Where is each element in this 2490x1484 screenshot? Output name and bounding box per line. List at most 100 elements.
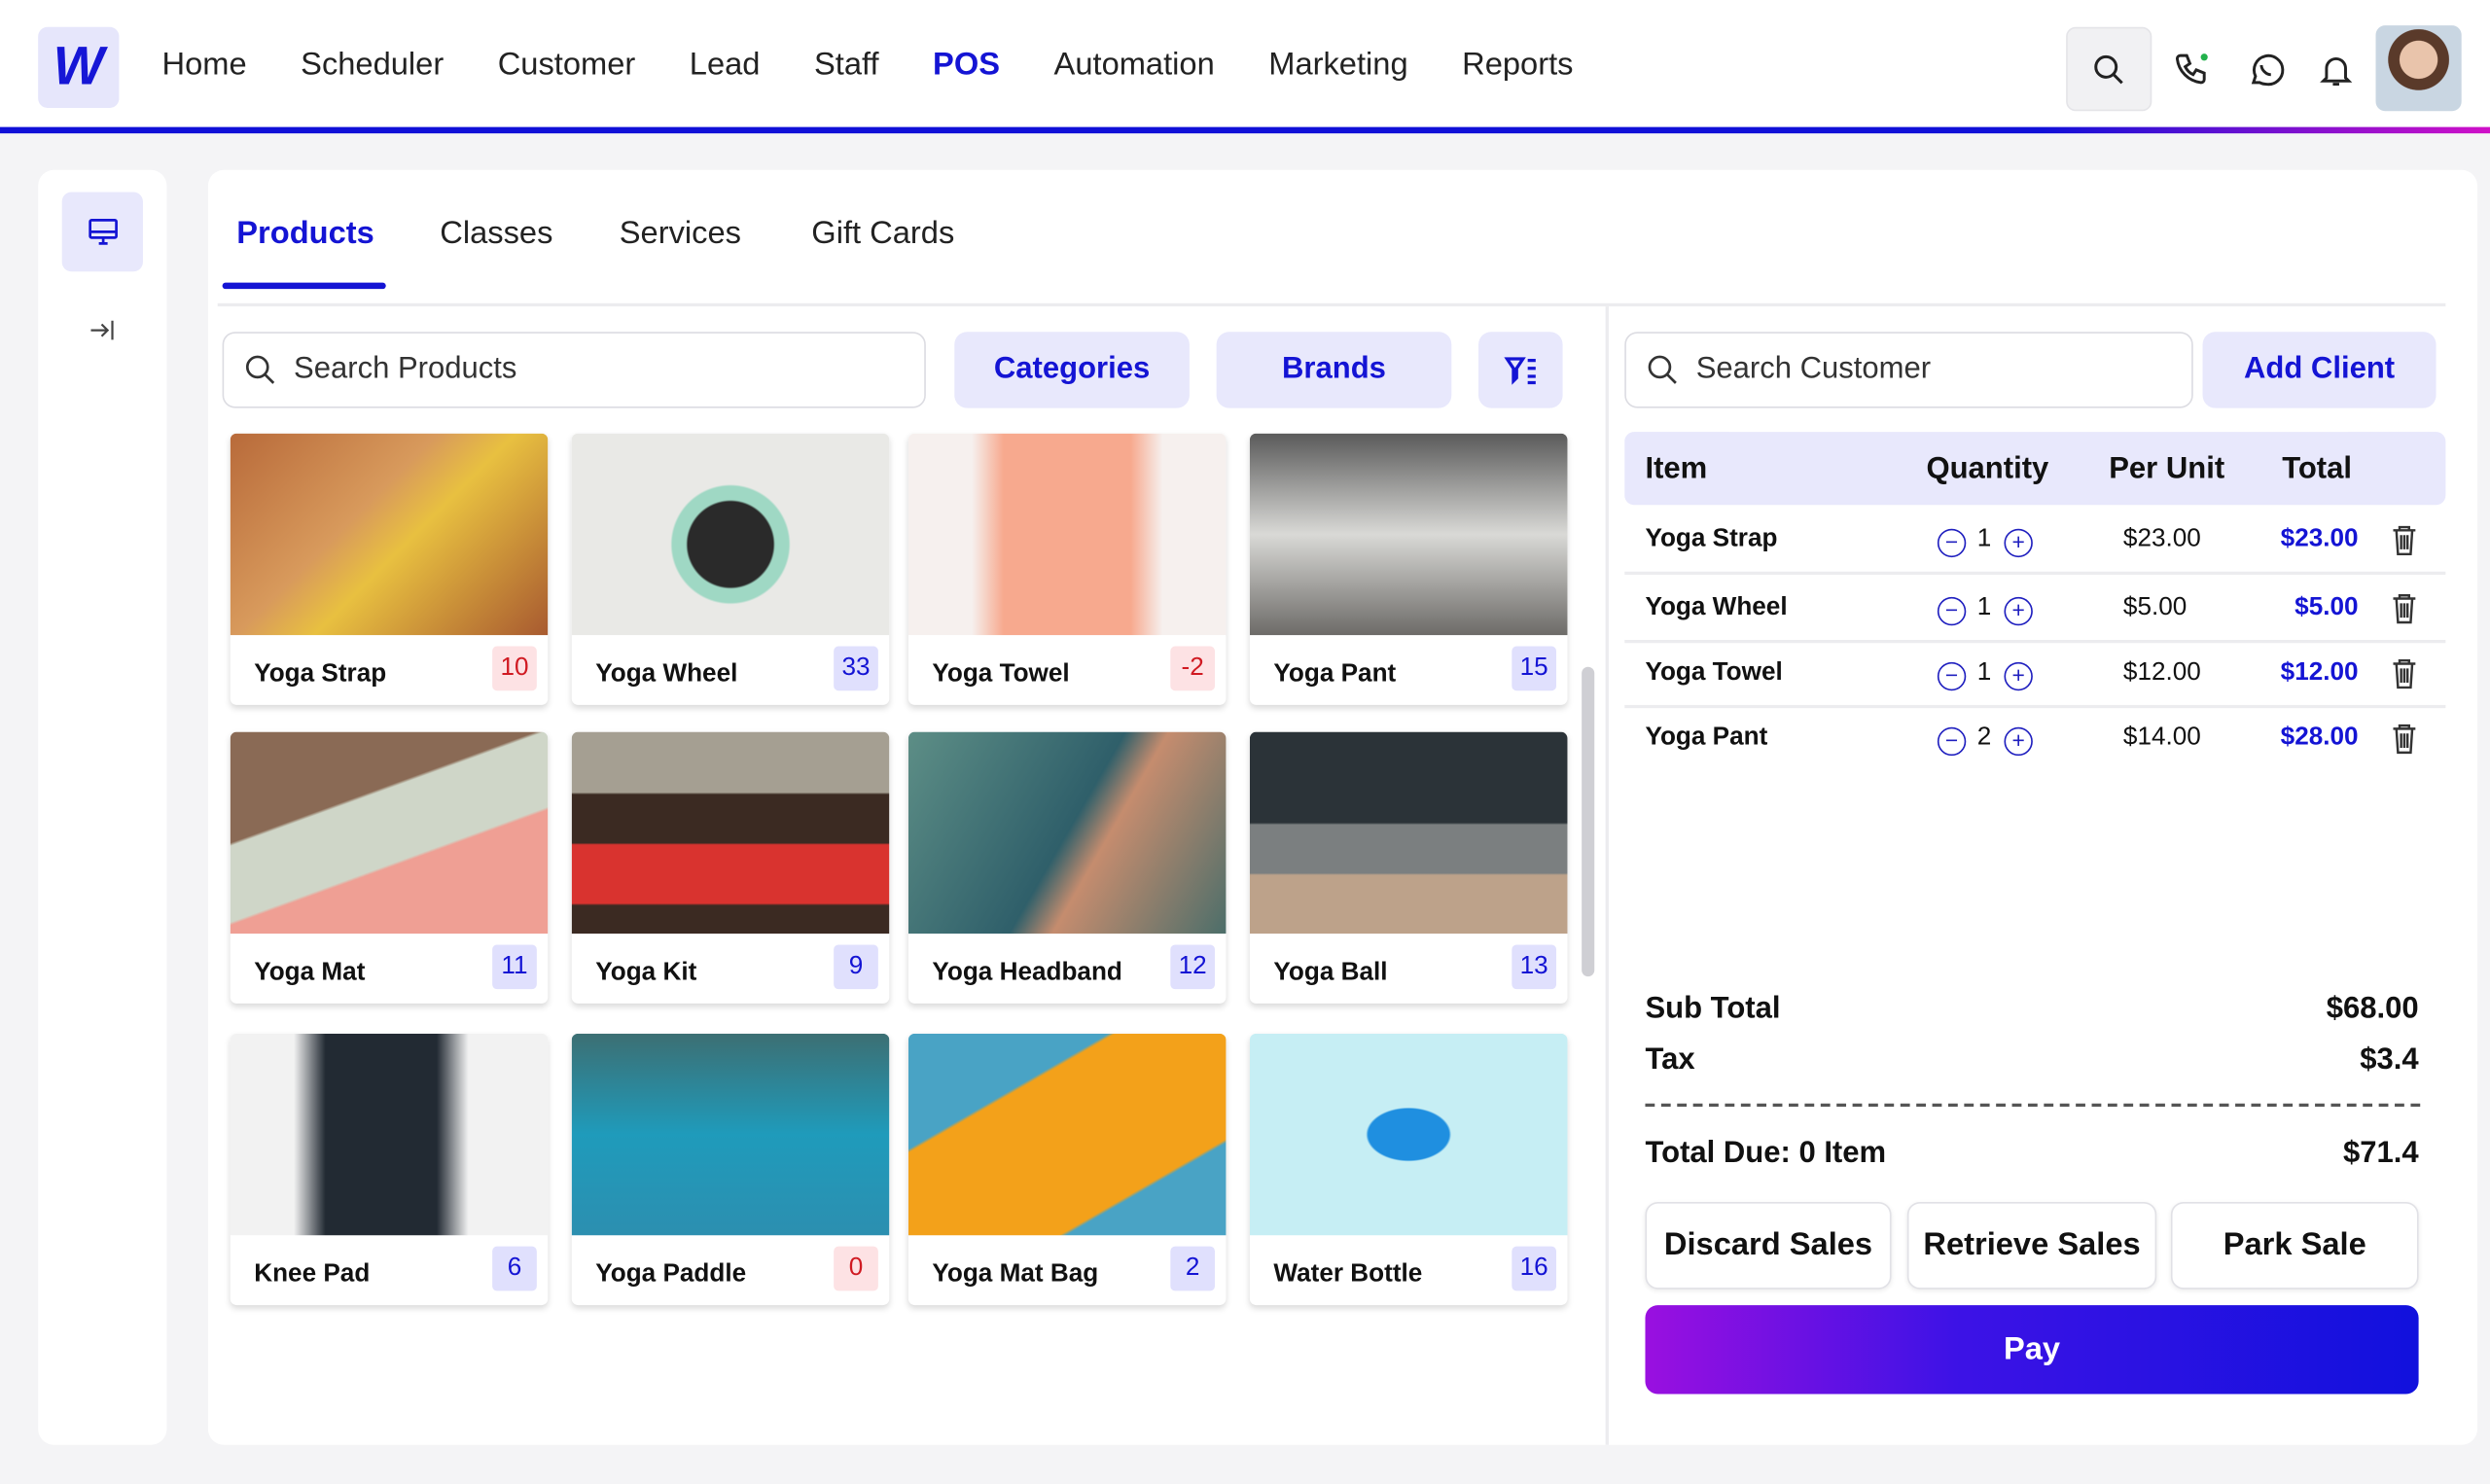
product-image [571, 731, 890, 935]
product-card[interactable]: Yoga Kit 9 [571, 731, 890, 1004]
cart-item-quantity: 2 [1976, 724, 1992, 752]
header-per-unit: Per Unit [2109, 452, 2225, 486]
product-card[interactable]: Yoga Headband 12 [907, 731, 1227, 1004]
product-card[interactable]: Yoga Mat 11 [230, 731, 549, 1004]
active-tab-indicator [222, 282, 386, 290]
filter-icon [1503, 357, 1536, 385]
tab-gift-cards[interactable]: Gift Cards [811, 216, 954, 253]
subtotal-value: $68.00 [2326, 992, 2419, 1026]
header-quantity: Quantity [1926, 452, 2049, 486]
trash-icon[interactable] [2392, 723, 2417, 762]
product-card[interactable]: Knee Pad 6 [230, 1033, 549, 1306]
nav-customer[interactable]: Customer [498, 48, 636, 85]
product-name: Yoga Paddle [595, 1260, 747, 1289]
pay-button[interactable]: Pay [1645, 1305, 2419, 1395]
pos-monitor-icon[interactable] [61, 192, 143, 272]
whatsapp-icon[interactable] [2244, 48, 2289, 92]
decrease-quantity-icon[interactable]: − [1937, 661, 1967, 691]
product-name: Yoga Towel [932, 660, 1070, 688]
search-icon[interactable] [2066, 26, 2152, 112]
cart-table-header: Item Quantity Per Unit Total [1624, 432, 2446, 506]
subtotal-label: Sub Total [1645, 992, 1781, 1026]
product-image [230, 433, 549, 636]
nav-staff[interactable]: Staff [814, 48, 879, 85]
sidebar [38, 169, 167, 1445]
tab-classes[interactable]: Classes [440, 216, 552, 253]
decrease-quantity-icon[interactable]: − [1937, 528, 1967, 558]
cart-item-quantity: 1 [1976, 658, 1992, 687]
product-card[interactable]: Yoga Strap 10 [230, 433, 549, 705]
product-name: Yoga Strap [254, 660, 387, 688]
cart-row: Yoga Strap − 1 + $23.00 $23.00 [1624, 508, 2446, 576]
phone-icon[interactable] [2169, 48, 2214, 92]
navbar-accent-line [0, 126, 2490, 134]
brands-button[interactable]: Brands [1216, 332, 1452, 408]
product-card[interactable]: Water Bottle 16 [1249, 1033, 1568, 1306]
tab-products[interactable]: Products [236, 216, 374, 253]
stock-badge: 9 [834, 944, 878, 990]
product-card[interactable]: Yoga Mat Bag 2 [907, 1033, 1227, 1306]
search-icon [1648, 355, 1677, 384]
product-image [907, 433, 1227, 636]
summary-divider [1645, 1103, 2421, 1107]
main-menu: Home Scheduler Customer Lead Staff POS A… [162, 48, 1627, 85]
stock-badge: 12 [1170, 944, 1216, 990]
bell-icon[interactable] [2314, 48, 2359, 92]
filter-button[interactable] [1478, 332, 1563, 408]
nav-automation[interactable]: Automation [1054, 48, 1215, 85]
user-avatar[interactable] [2375, 25, 2462, 112]
search-customer-input[interactable]: Search Customer [1624, 332, 2193, 408]
product-image [571, 1033, 890, 1236]
cart-item-total: $28.00 [2280, 724, 2359, 752]
cart-item-name: Yoga Strap [1645, 525, 1778, 553]
decrease-quantity-icon[interactable]: − [1937, 596, 1967, 626]
trash-icon[interactable] [2392, 524, 2417, 564]
product-image [230, 1033, 549, 1236]
product-card[interactable]: Yoga Paddle 0 [571, 1033, 890, 1306]
search-products-input[interactable]: Search Products [222, 332, 926, 408]
cart-item-name: Yoga Pant [1645, 724, 1768, 752]
nav-home[interactable]: Home [162, 48, 247, 85]
add-client-button[interactable]: Add Client [2202, 332, 2437, 408]
search-products-placeholder: Search Products [294, 352, 517, 386]
app-logo[interactable]: W [38, 26, 120, 109]
increase-quantity-icon[interactable]: + [2004, 596, 2033, 626]
stock-badge: 10 [492, 646, 537, 691]
increase-quantity-icon[interactable]: + [2004, 726, 2033, 757]
cart-item-unit-price: $12.00 [2122, 658, 2201, 687]
trash-icon[interactable] [2392, 592, 2417, 632]
product-name: Yoga Kit [595, 959, 697, 986]
park-sale-button[interactable]: Park Sale [2170, 1201, 2419, 1290]
nav-marketing[interactable]: Marketing [1268, 48, 1407, 85]
cart-item-unit-price: $23.00 [2122, 525, 2201, 553]
product-name: Yoga Mat [254, 959, 366, 986]
search-customer-placeholder: Search Customer [1695, 352, 1932, 386]
trash-icon[interactable] [2392, 657, 2417, 697]
tax-label: Tax [1645, 1042, 1695, 1077]
increase-quantity-icon[interactable]: + [2004, 661, 2033, 691]
product-card[interactable]: Yoga Towel -2 [907, 433, 1227, 705]
increase-quantity-icon[interactable]: + [2004, 528, 2033, 558]
product-card[interactable]: Yoga Ball 13 [1249, 731, 1568, 1004]
retrieve-sales-button[interactable]: Retrieve Sales [1906, 1201, 2157, 1290]
nav-lead[interactable]: Lead [690, 48, 761, 85]
stock-badge: 33 [834, 646, 878, 691]
product-image [1249, 433, 1568, 636]
product-name: Water Bottle [1273, 1260, 1423, 1289]
tab-services[interactable]: Services [620, 216, 741, 253]
cart-item-total: $5.00 [2294, 593, 2359, 621]
discard-sales-button[interactable]: Discard Sales [1645, 1201, 1892, 1290]
product-name: Knee Pad [254, 1260, 371, 1289]
categories-button[interactable]: Categories [954, 332, 1190, 408]
nav-reports[interactable]: Reports [1462, 48, 1573, 85]
stock-badge: 2 [1170, 1246, 1216, 1291]
product-card[interactable]: Yoga Pant 15 [1249, 433, 1568, 705]
product-grid-scrollbar[interactable] [1582, 666, 1595, 977]
search-icon [245, 355, 275, 384]
product-image [1249, 731, 1568, 935]
nav-pos[interactable]: POS [933, 48, 1000, 85]
expand-sidebar-icon[interactable] [83, 311, 121, 349]
nav-scheduler[interactable]: Scheduler [301, 48, 444, 85]
decrease-quantity-icon[interactable]: − [1937, 726, 1967, 757]
product-card[interactable]: Yoga Wheel 33 [571, 433, 890, 705]
